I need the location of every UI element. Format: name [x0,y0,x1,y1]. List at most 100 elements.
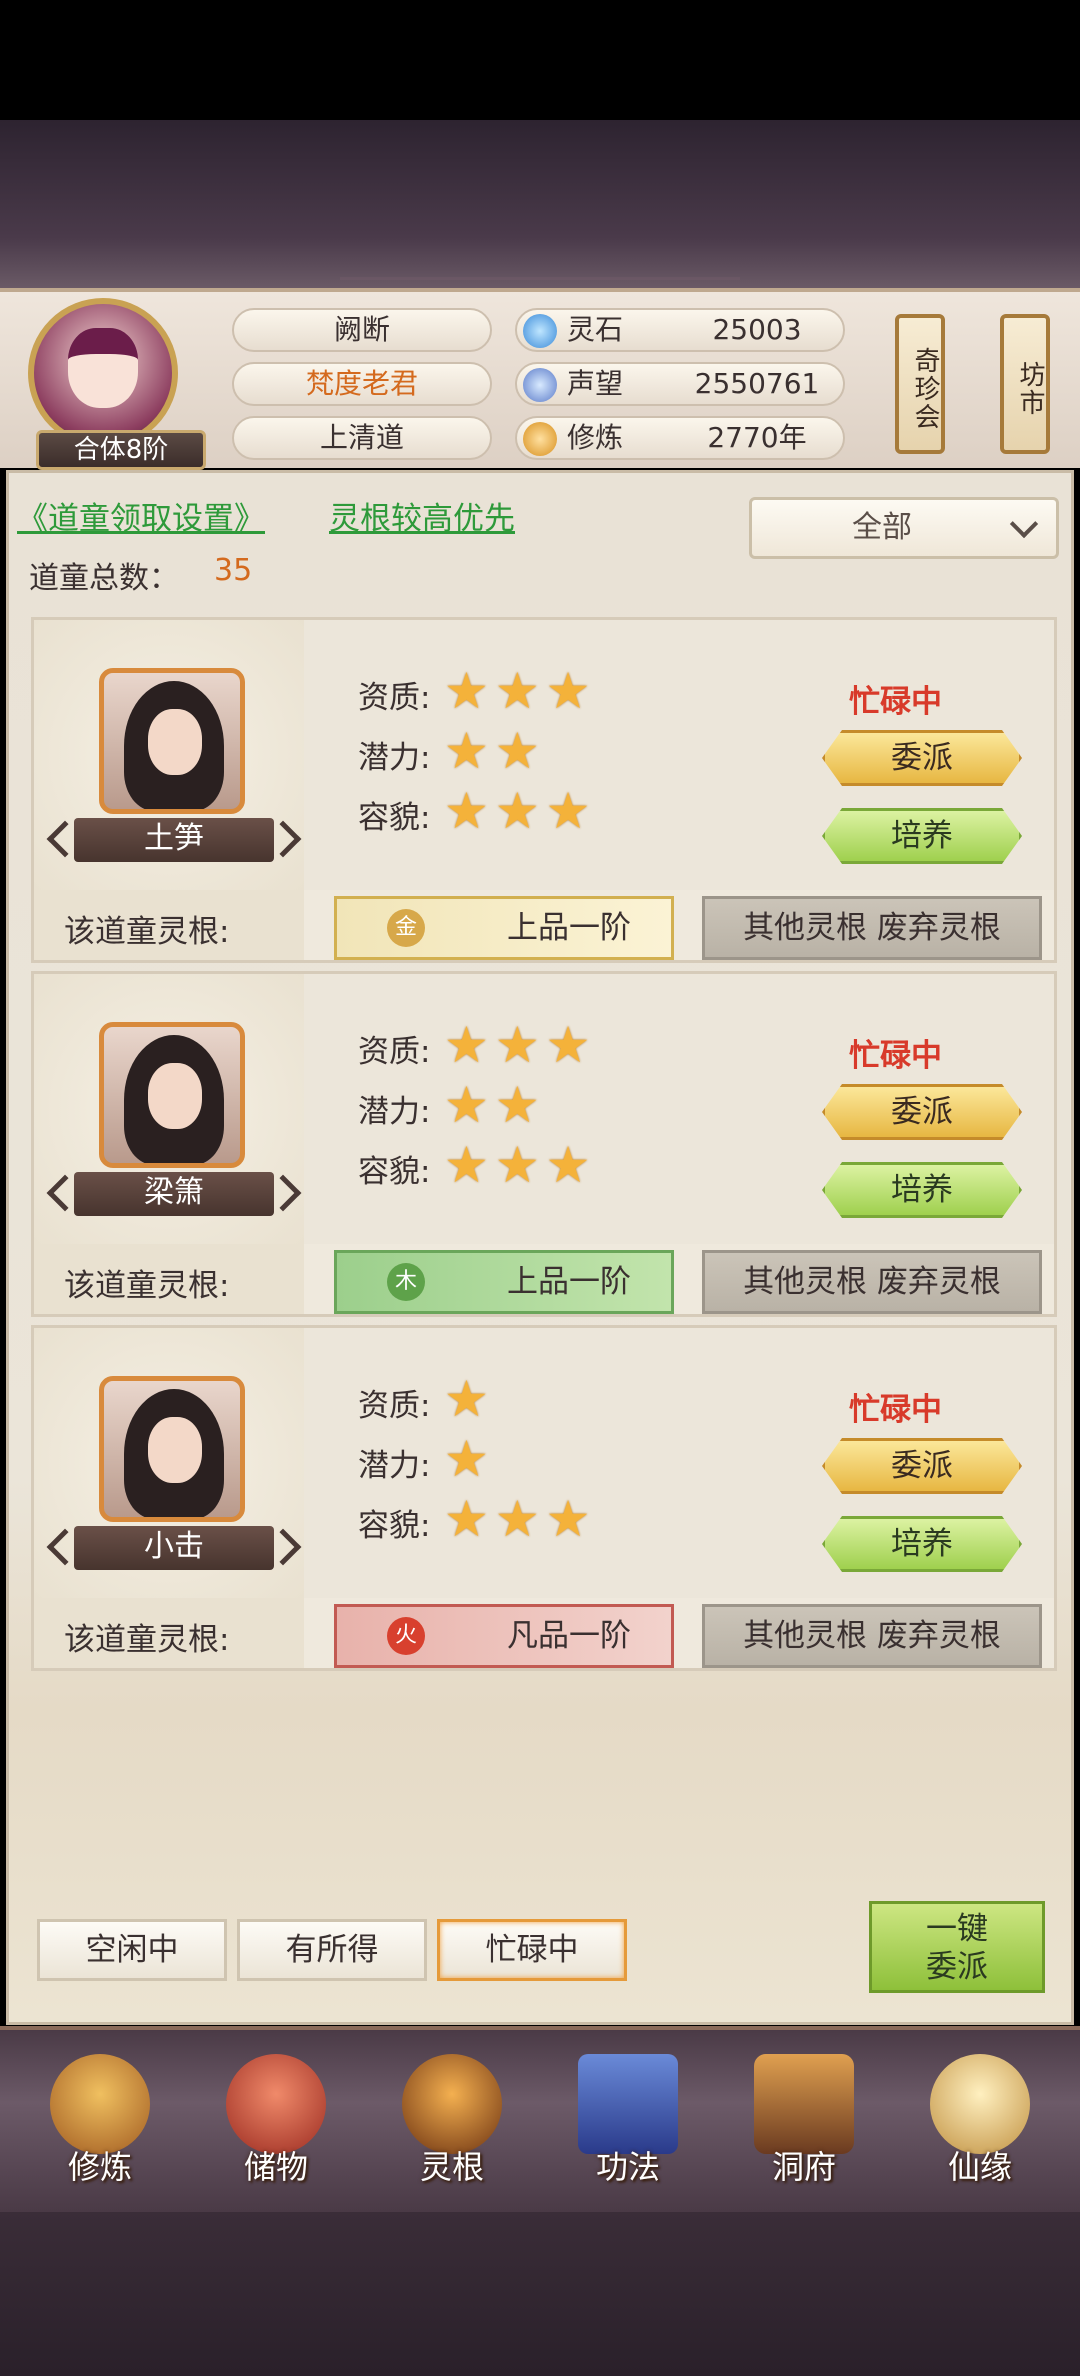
cultivation-icon [523,422,557,456]
looks-label: 容貌: [358,1154,431,1190]
resource-reputation: 声望 2550761 [515,362,845,406]
rank-badge: 合体8阶 [36,430,206,470]
root-label: 该道童灵根: [64,1622,230,1658]
attributes-area: 资质: ★ ★ ★ 潜力: ★ ★ 容貌: ★ ★ ★ 忙碌中 委派 培养 [304,974,1054,1244]
potential-stars: ★ ★ [444,1080,540,1130]
wood-element-icon: 木 [387,1263,425,1301]
spirit-root-box[interactable]: 木 上品一阶 [334,1250,674,1314]
settings-link[interactable]: 《道童领取设置》 [17,493,265,538]
info-path: 上清道 [232,416,492,460]
potential-stars: ★ ★ [444,726,540,776]
star-icon: ★ [444,1076,489,1134]
nav-label: 储物 [243,2148,308,2186]
status-label: 忙碌中 [849,684,942,720]
assign-button[interactable]: 委派 [822,730,1022,786]
resource-label: 声望 [567,367,624,400]
star-icon: ★ [494,1136,540,1194]
portrait-face [148,709,202,775]
star-icon: ★ [444,722,489,780]
star-icon: ★ [545,1490,591,1548]
root-grade: 上品一阶 [507,910,631,946]
resource-value: 25003 [712,313,802,346]
train-button[interactable]: 培养 [822,1516,1022,1572]
star-icon: ★ [444,782,489,840]
cultivate-icon [50,2054,150,2154]
tab-busy[interactable]: 忙碌中 [437,1919,627,1981]
portrait-face [148,1063,202,1129]
disciple-card: 小击 资质: ★ 潜力: ★ 容貌: ★ ★ ★ 忙碌中 委派 培养 该道童灵根: … [31,1325,1057,1671]
spirit-root-box[interactable]: 火 凡品一阶 [334,1604,674,1668]
star-icon: ★ [494,782,540,840]
one-key-line: 委派 [926,1949,988,1985]
prev-arrow-icon[interactable] [46,1174,84,1212]
fire-element-icon: 火 [387,1617,425,1655]
tab-idle[interactable]: 空闲中 [37,1919,227,1981]
tab-rewarded[interactable]: 有所得 [237,1919,427,1981]
filter-value: 全部 [852,510,912,545]
market-button[interactable]: 坊市 [1000,314,1050,454]
other-root-button[interactable]: 其他灵根 废弃灵根 [702,896,1042,960]
resource-value: 2770年 [707,421,807,454]
nav-cultivate[interactable]: 修炼 [30,2046,170,2206]
star-icon: ★ [444,1430,489,1488]
disciple-portrait[interactable] [99,1376,245,1522]
assign-button[interactable]: 委派 [822,1438,1022,1494]
spirit-stone-icon [523,314,557,348]
train-button[interactable]: 培养 [822,1162,1022,1218]
bag-icon [226,2054,326,2154]
potential-stars: ★ [444,1434,489,1484]
looks-stars: ★ ★ ★ [444,1494,590,1544]
aptitude-stars: ★ [444,1374,489,1424]
disciple-portrait[interactable] [99,668,245,814]
cave-house-icon [754,2054,854,2154]
nav-storage[interactable]: 储物 [206,2046,346,2206]
star-icon: ★ [444,1370,489,1428]
assign-button[interactable]: 委派 [822,1084,1022,1140]
next-arrow-icon[interactable] [264,1528,302,1566]
nav-label: 洞府 [771,2148,836,2186]
disciple-portrait[interactable] [99,1022,245,1168]
priority-link[interactable]: 灵根较高优先 [329,493,515,538]
train-button[interactable]: 培养 [822,808,1022,864]
potential-label: 潜力: [358,740,431,776]
one-key-assign-button[interactable]: 一键 委派 [869,1901,1045,1993]
aptitude-label: 资质: [358,1388,431,1424]
info-master: 梵度老君 [232,362,492,406]
star-icon: ★ [545,1016,591,1074]
nav-technique[interactable]: 功法 [558,2046,698,2206]
nav-fate[interactable]: 仙缘 [910,2046,1050,2206]
bottom-decorative-band [0,2212,1080,2376]
disciple-card: 梁箫 资质: ★ ★ ★ 潜力: ★ ★ 容貌: ★ ★ ★ 忙碌中 委派 培养 该道童灵… [31,971,1057,1317]
attributes-area: 资质: ★ 潜力: ★ 容貌: ★ ★ ★ 忙碌中 委派 培养 [304,1328,1054,1598]
next-arrow-icon[interactable] [264,820,302,858]
nav-label: 修炼 [67,2148,132,2186]
other-root-button[interactable]: 其他灵根 废弃灵根 [702,1250,1042,1314]
filter-select[interactable]: 全部 [749,497,1059,559]
name-plate: 土笋 [46,818,302,862]
nav-cave[interactable]: 洞府 [734,2046,874,2206]
spirit-root-box[interactable]: 金 上品一阶 [334,896,674,960]
aptitude-stars: ★ ★ ★ [444,1020,590,1070]
name-plate: 梁箫 [46,1172,302,1216]
other-root-button[interactable]: 其他灵根 废弃灵根 [702,1604,1042,1668]
star-icon: ★ [545,1136,591,1194]
total-value: 35 [214,553,253,588]
player-avatar[interactable]: 合体8阶 [28,298,206,470]
next-arrow-icon[interactable] [264,1174,302,1212]
treasure-fair-button[interactable]: 奇珍会 [895,314,945,454]
chevron-down-icon [1009,509,1039,539]
metal-element-icon: 金 [387,909,425,947]
prev-arrow-icon[interactable] [46,820,84,858]
resource-spirit-stone: 灵石 25003 [515,308,845,352]
aptitude-label: 资质: [358,1034,431,1070]
reputation-icon [523,368,557,402]
portrait-area: 梁箫 [34,974,304,1244]
prev-arrow-icon[interactable] [46,1528,84,1566]
info-sect: 阙断 [232,308,492,352]
spirit-root-icon [402,2054,502,2154]
gourd-icon [930,2054,1030,2154]
status-label: 忙碌中 [849,1392,942,1428]
star-icon: ★ [545,662,591,720]
star-icon: ★ [494,722,540,780]
nav-spirit-root[interactable]: 灵根 [382,2046,522,2206]
